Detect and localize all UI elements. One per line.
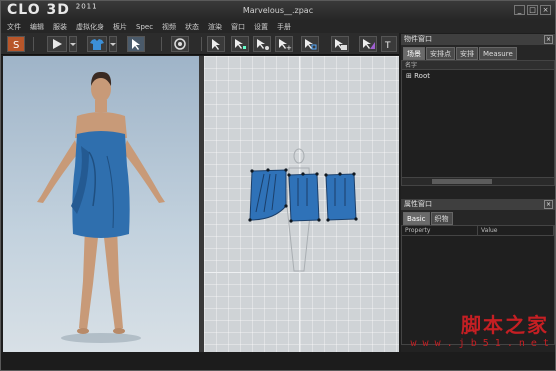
close-button[interactable]: × <box>540 5 551 15</box>
pattern-piece-back <box>325 173 357 221</box>
seam-icon[interactable] <box>331 36 349 52</box>
pattern-pieces <box>248 148 358 272</box>
menu-state[interactable]: 状态 <box>185 21 199 33</box>
minimize-button[interactable]: _ <box>514 5 525 15</box>
horizontal-scrollbar[interactable] <box>402 177 554 185</box>
viewport-2d[interactable] <box>204 56 399 352</box>
property-table-header: Property Value <box>402 226 554 236</box>
tab-fabric[interactable]: 织物 <box>430 212 453 225</box>
tree-item-label: Root <box>414 72 430 80</box>
property-editor-close-icon[interactable]: × <box>544 200 553 209</box>
menu-bar: 文件 编辑 服装 虚拟化身 板片 Spec 视频 状态 渲染 窗口 设置 手册 <box>1 21 555 33</box>
fold-icon[interactable] <box>359 36 377 52</box>
tab-scene[interactable]: 场景 <box>403 47 425 60</box>
object-browser-panel: 物件窗口 × 场景 安排点 安排 Measure 名字 ⊞ Root <box>401 34 555 194</box>
name-column-header: 名字 <box>402 61 554 70</box>
maximize-button[interactable]: □ <box>527 5 538 15</box>
tab-basic[interactable]: Basic <box>403 212 430 225</box>
add-point-icon[interactable]: + <box>275 36 293 52</box>
property-column-header: Property <box>402 226 478 235</box>
expand-icon[interactable]: ⊞ <box>406 72 412 80</box>
menu-avatar[interactable]: 虚拟化身 <box>76 21 104 33</box>
transform-icon[interactable] <box>301 36 319 52</box>
menu-window[interactable]: 窗口 <box>231 21 245 33</box>
app-window: CLO 3D 2011 Marvelous__.zpac _ □ × 文件 编辑… <box>0 0 556 371</box>
watermark-url: w w w . j b 5 1 . n e t <box>410 338 549 349</box>
viewport-3d[interactable] <box>3 56 199 352</box>
svg-text:+: + <box>286 44 292 51</box>
tree-item-root[interactable]: ⊞ Root <box>402 70 554 82</box>
menu-file[interactable]: 文件 <box>7 21 21 33</box>
svg-text:S: S <box>13 40 19 51</box>
menu-spec[interactable]: Spec <box>136 21 153 33</box>
edit-point-icon[interactable] <box>231 36 249 52</box>
property-editor-tabs: Basic 织物 <box>401 210 555 225</box>
pattern-piece-front <box>288 173 320 222</box>
simulation-icon[interactable]: S <box>7 36 25 52</box>
object-browser-tabs: 场景 安排点 安排 Measure <box>401 45 555 60</box>
right-panel: 物件窗口 × 场景 安排点 安排 Measure 名字 ⊞ Root 属性窗口 … <box>401 34 555 352</box>
value-column-header: Value <box>478 226 554 235</box>
menu-edit[interactable]: 编辑 <box>30 21 44 33</box>
menu-manual[interactable]: 手册 <box>277 21 291 33</box>
watermark-title: 脚本之家 <box>461 313 549 337</box>
window-controls: _ □ × <box>514 5 551 15</box>
menu-settings[interactable]: 设置 <box>254 21 268 33</box>
property-editor-title-text: 属性窗口 <box>404 200 432 208</box>
scrollbar-thumb[interactable] <box>432 179 492 184</box>
scene-tree: 名字 ⊞ Root <box>401 60 555 186</box>
camera-icon[interactable] <box>171 36 189 52</box>
tshirt-dropdown-icon[interactable] <box>109 36 117 52</box>
menu-render[interactable]: 渲染 <box>208 21 222 33</box>
title-bar: CLO 3D 2011 Marvelous__.zpac _ □ × <box>1 1 555 21</box>
tab-measure[interactable]: Measure <box>479 47 517 60</box>
pointer-icon[interactable] <box>207 36 225 52</box>
play-icon[interactable] <box>47 36 67 52</box>
play-dropdown-icon[interactable] <box>69 36 77 52</box>
tshirt-icon[interactable] <box>87 36 107 52</box>
avatar-with-dress <box>37 71 165 343</box>
object-browser-title: 物件窗口 × <box>401 34 555 45</box>
status-bar <box>1 352 555 370</box>
curve-point-icon[interactable] <box>253 36 271 52</box>
text-icon[interactable]: T <box>381 36 397 52</box>
select-icon[interactable] <box>127 36 145 52</box>
pattern-piece-front-left <box>249 169 287 221</box>
svg-text:T: T <box>384 41 391 51</box>
window-title: Marvelous__.zpac <box>242 6 314 15</box>
main-toolbar: S + T <box>1 33 399 55</box>
tab-arrangement[interactable]: 安排 <box>456 47 478 60</box>
tab-arrangement-points[interactable]: 安排点 <box>426 47 455 60</box>
menu-pattern[interactable]: 板片 <box>113 21 127 33</box>
watermark: 脚本之家 w w w . j b 5 1 . n e t <box>411 309 549 349</box>
property-editor-title: 属性窗口 × <box>401 199 555 210</box>
menu-video[interactable]: 视频 <box>162 21 176 33</box>
object-browser-title-text: 物件窗口 <box>404 35 432 43</box>
menu-garment[interactable]: 服装 <box>53 21 67 33</box>
object-browser-close-icon[interactable]: × <box>544 35 553 44</box>
